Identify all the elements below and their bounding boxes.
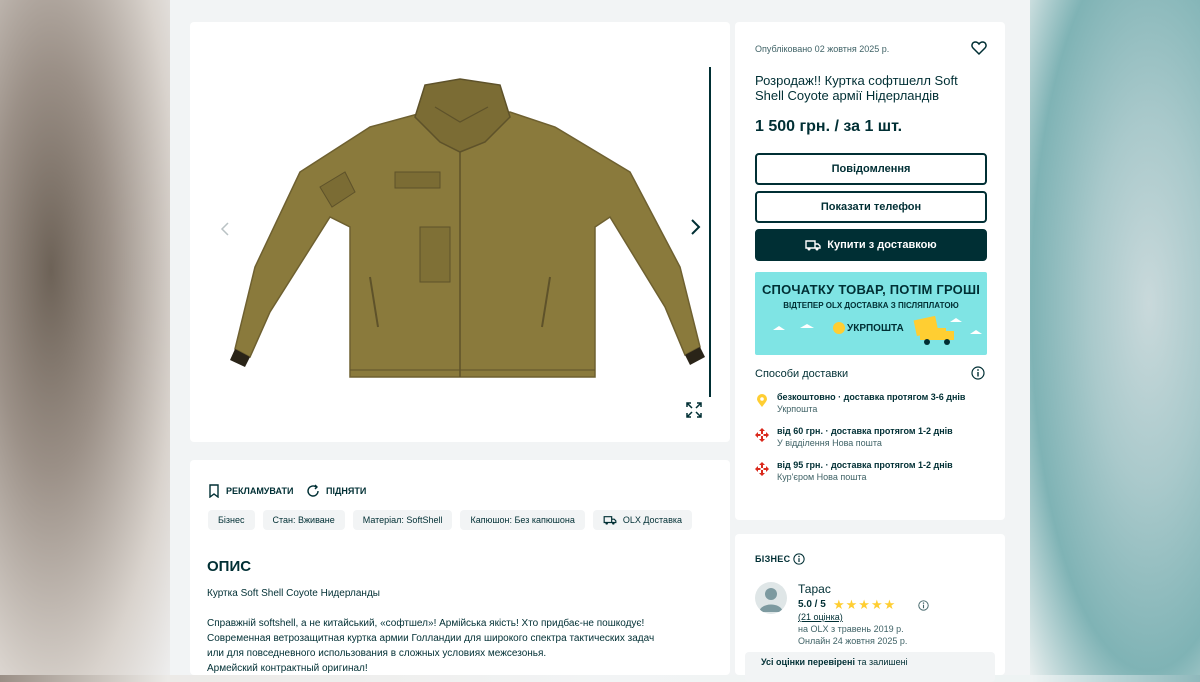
info-icon[interactable]: [793, 553, 805, 565]
promo-subline: ВІДТЕПЕР OLX ДОСТАВКА З ПІСЛЯПЛАТОЮ: [783, 301, 959, 310]
listing-page: Опубліковано 02 жовтня 2025 р. Розродаж!…: [170, 0, 1030, 682]
attribute-tags: Бізнес Стан: Вживане Матеріал: SoftShell…: [208, 510, 692, 530]
photo-gallery: [190, 22, 730, 442]
verified-ratings-note: Усі оцінки перевірені та залишені: [745, 652, 995, 682]
message-button-label: Повідомлення: [831, 163, 911, 175]
tag-hood[interactable]: Капюшон: Без капюшона: [460, 510, 585, 530]
show-phone-button-label: Показати телефон: [820, 201, 922, 213]
background-blur-left: [0, 0, 170, 675]
heart-icon[interactable]: [971, 40, 987, 56]
business-heading: БІЗНЕС: [755, 554, 791, 564]
listing-details-card: РЕКЛАМУВАТИ ПІДНЯТИ Бізнес Стан: Вживане…: [190, 460, 730, 675]
ukrposhta-pin-icon: [757, 394, 767, 407]
promote-label: РЕКЛАМУВАТИ: [226, 486, 294, 496]
raise-action[interactable]: ПІДНЯТИ: [306, 484, 366, 498]
seller-name[interactable]: Тарас: [798, 582, 831, 596]
raise-label: ПІДНЯТИ: [326, 486, 367, 496]
description-line: Справжній softshell, а не китайський, «с…: [207, 618, 645, 629]
delivery-option-title: від 60 грн. · доставка протягом 1-2 днів: [777, 426, 953, 436]
description-heading: ОПИС: [207, 558, 252, 575]
verified-rest: та залишені: [854, 657, 908, 667]
published-date: Опубліковано 02 жовтня 2025 р.: [755, 44, 890, 54]
fullscreen-expand-icon[interactable]: [686, 402, 702, 418]
delivery-option-carrier: Укрпошта: [777, 404, 818, 414]
ukrposhta-logo: УКРПОШТА: [847, 323, 904, 334]
buy-with-delivery-button[interactable]: Купити з доставкою: [755, 229, 987, 261]
description-line: Современная ветрозащитная куртка армии Г…: [207, 633, 655, 644]
description-line: Армейский контрактный оригинал!: [207, 663, 368, 674]
seller-rating: 5.0 / 5: [798, 599, 826, 610]
tag-condition[interactable]: Стан: Вживане: [262, 510, 345, 530]
truck-icon: [603, 516, 617, 525]
info-icon[interactable]: [918, 600, 929, 611]
promo-banner[interactable]: СПОЧАТКУ ТОВАР, ПОТІМ ГРОШІ ВІДТЕПЕР OLX…: [755, 272, 987, 355]
refresh-icon: [307, 484, 319, 497]
truck-icon: [805, 240, 821, 251]
tag-material[interactable]: Матеріал: SoftShell: [352, 510, 453, 530]
delivery-option-title: від 95 грн. · доставка протягом 1-2 днів: [777, 460, 953, 470]
last-online: Онлайн 24 жовтня 2025 р.: [798, 636, 908, 646]
avatar[interactable]: [755, 582, 787, 614]
delivery-option-carrier: У відділення Нова пошта: [777, 438, 882, 448]
listing-price: 1 500 грн. / за 1 шт.: [755, 118, 903, 135]
nova-poshta-icon: [755, 428, 769, 442]
promo-headline: СПОЧАТКУ ТОВАР, ПОТІМ ГРОШІ: [761, 282, 981, 297]
info-icon[interactable]: [971, 366, 985, 380]
tag-business[interactable]: Бізнес: [208, 510, 255, 530]
tag-olx-delivery[interactable]: OLX Доставка: [592, 510, 692, 530]
member-since: на OLX з травень 2019 р.: [798, 624, 904, 634]
promote-action[interactable]: РЕКЛАМУВАТИ: [208, 484, 293, 498]
show-phone-button[interactable]: Показати телефон: [755, 191, 987, 223]
rating-stars: ★★★★★: [833, 597, 897, 612]
next-photo-icon[interactable]: [690, 218, 702, 235]
listing-info-card: Опубліковано 02 жовтня 2025 р. Розродаж!…: [735, 22, 1005, 520]
nova-poshta-icon: [755, 462, 769, 476]
description-line: Куртка Soft Shell Coyote Нидерланды: [207, 588, 380, 599]
product-photo-jacket[interactable]: [210, 77, 705, 387]
background-blur-right: [1030, 0, 1200, 675]
message-button[interactable]: Повідомлення: [755, 153, 987, 185]
delivery-option-title: безкоштовно · доставка протягом 3-6 днів: [777, 392, 966, 402]
delivery-methods-heading: Способи доставки: [755, 368, 849, 380]
reviews-link[interactable]: (21 оцінка): [798, 612, 843, 622]
tag-olx-delivery-label: OLX Доставка: [622, 515, 682, 525]
description-line: или для повседневного использования в сл…: [207, 648, 547, 659]
seller-business-card: БІЗНЕС Тарас 5.0 / 5 ★★★★★ (21 оцінка) н…: [735, 534, 1005, 682]
listing-title: Розродаж!! Куртка софтшелл Soft Shell Co…: [755, 73, 958, 103]
previous-photo-icon[interactable]: [220, 220, 230, 236]
verified-bold: Усі оцінки перевірені: [761, 657, 855, 667]
bookmark-icon: [209, 484, 219, 498]
gallery-scrollbar[interactable]: [709, 67, 711, 397]
delivery-option-carrier: Кур'єром Нова пошта: [777, 472, 867, 482]
buy-with-delivery-label: Купити з доставкою: [827, 239, 937, 251]
